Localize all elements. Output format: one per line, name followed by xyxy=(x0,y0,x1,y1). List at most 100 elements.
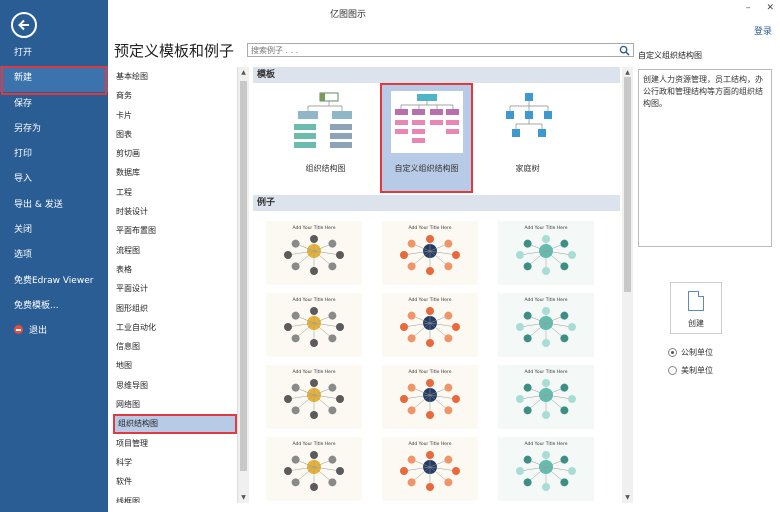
category-scrollbar[interactable]: ▲ ▼ xyxy=(238,67,249,503)
example-node xyxy=(284,251,292,259)
category-item[interactable]: 流程图 xyxy=(113,241,237,260)
menu-open[interactable]: 打开 xyxy=(0,41,108,66)
example-thumbnail[interactable]: Add Your Title Here xyxy=(498,221,594,285)
example-thumbnail[interactable]: Add Your Title Here xyxy=(498,437,594,501)
category-item[interactable]: 时装设计 xyxy=(113,202,237,221)
example-node xyxy=(291,334,300,343)
menu-save-as[interactable]: 另存为 xyxy=(0,117,108,142)
menu-close[interactable]: 关闭 xyxy=(0,218,108,243)
menu-save[interactable]: 保存 xyxy=(0,92,108,117)
menu-new[interactable]: 新建 xyxy=(0,66,108,96)
example-node xyxy=(444,406,453,415)
category-item[interactable]: 平面设计 xyxy=(113,279,237,298)
scroll-up-icon[interactable]: ▲ xyxy=(624,69,631,76)
example-thumbnail[interactable]: Add Your Title Here xyxy=(498,293,594,357)
category-item[interactable]: 软件 xyxy=(113,472,237,491)
example-thumbnail[interactable]: Add Your Title Here xyxy=(382,437,478,501)
create-button[interactable]: 创建 xyxy=(670,282,722,334)
menu-print[interactable]: 打印 xyxy=(0,142,108,167)
example-title-text: Add Your Title Here xyxy=(409,225,452,231)
example-node xyxy=(291,262,300,271)
example-node xyxy=(444,455,453,464)
example-node xyxy=(328,334,337,343)
example-node xyxy=(560,262,569,271)
category-item[interactable]: 组织结构图 xyxy=(113,414,237,434)
template-family-tree[interactable]: 家庭树 xyxy=(483,85,572,191)
scroll-down-icon[interactable]: ▼ xyxy=(240,494,247,501)
category-item[interactable]: 数据库 xyxy=(113,163,237,182)
example-thumbnail[interactable]: Add Your Title Here xyxy=(382,221,478,285)
example-node xyxy=(542,483,550,491)
example-node xyxy=(291,478,300,487)
category-item[interactable]: 项目管理 xyxy=(113,434,237,453)
category-item[interactable]: 图形组织 xyxy=(113,299,237,318)
example-thumbnail[interactable]: Add Your Title Here xyxy=(498,365,594,429)
category-item[interactable]: 信息图 xyxy=(113,337,237,356)
example-thumbnail[interactable]: Add Your Title Here xyxy=(266,437,362,501)
example-node xyxy=(407,455,416,464)
search-box xyxy=(247,43,634,57)
example-node xyxy=(336,323,344,331)
menu-exit[interactable]: 退出 xyxy=(0,319,108,344)
menu-options[interactable]: 选项 xyxy=(0,243,108,268)
gallery-scrollbar[interactable]: ▲ ▼ xyxy=(622,67,633,503)
category-item[interactable]: 思维导图 xyxy=(113,376,237,395)
category-item[interactable]: 商务 xyxy=(113,86,237,105)
back-button[interactable] xyxy=(11,12,37,38)
example-node xyxy=(444,262,453,271)
category-item[interactable]: 工程 xyxy=(113,183,237,202)
metric-units-option[interactable]: 公制单位 xyxy=(668,347,713,358)
menu-free-viewer[interactable]: 免费Edraw Viewer xyxy=(0,269,108,294)
category-item[interactable]: 表格 xyxy=(113,260,237,279)
example-title-text: Add Your Title Here xyxy=(409,297,452,303)
example-node xyxy=(328,455,337,464)
example-node xyxy=(452,323,460,331)
category-item[interactable]: 平面布置图 xyxy=(113,221,237,240)
scroll-up-icon[interactable]: ▲ xyxy=(240,69,247,76)
example-thumbnail[interactable]: Add Your Title Here xyxy=(266,293,362,357)
example-node xyxy=(328,262,337,271)
search-input[interactable] xyxy=(248,44,613,56)
example-thumbnail[interactable]: Add Your Title Here xyxy=(266,365,362,429)
example-node xyxy=(291,311,300,320)
template-custom-org-chart[interactable]: 自定义组织结构图 xyxy=(380,83,473,193)
example-node xyxy=(560,455,569,464)
template-org-chart[interactable]: 组织结构图 xyxy=(281,85,370,191)
category-scroll-thumb[interactable] xyxy=(240,81,247,471)
category-item[interactable]: 线框图 xyxy=(113,492,237,503)
radio-checked-icon[interactable] xyxy=(668,348,677,357)
example-node xyxy=(523,311,532,320)
example-node xyxy=(310,267,318,275)
window-controls: – ✕ xyxy=(746,3,774,13)
example-node xyxy=(523,239,532,248)
category-item[interactable]: 卡片 xyxy=(113,106,237,125)
radio-unchecked-icon[interactable] xyxy=(668,366,677,375)
category-item[interactable]: 网络图 xyxy=(113,395,237,414)
us-units-option[interactable]: 美制单位 xyxy=(668,365,713,376)
example-node xyxy=(426,451,434,459)
category-item[interactable]: 工业自动化 xyxy=(113,318,237,337)
example-node xyxy=(328,478,337,487)
templates-header: 模板 xyxy=(253,67,620,83)
category-item[interactable]: 基本绘图 xyxy=(113,67,237,86)
menu-import[interactable]: 导入 xyxy=(0,167,108,192)
category-item[interactable]: 地图 xyxy=(113,356,237,375)
example-thumbnail[interactable]: Add Your Title Here xyxy=(382,293,478,357)
gallery-scroll-thumb[interactable] xyxy=(624,77,631,292)
example-diagram: Add Your Title Here xyxy=(400,225,460,275)
category-item[interactable]: 图表 xyxy=(113,125,237,144)
search-icon[interactable] xyxy=(619,45,630,56)
category-item[interactable]: 科学 xyxy=(113,453,237,472)
close-button[interactable]: ✕ xyxy=(766,3,774,13)
exit-icon xyxy=(14,325,23,335)
login-link[interactable]: 登录 xyxy=(754,24,772,37)
menu-free-templates[interactable]: 免费模板... xyxy=(0,294,108,319)
scroll-down-icon[interactable]: ▼ xyxy=(624,494,631,501)
example-thumbnail[interactable]: Add Your Title Here xyxy=(266,221,362,285)
example-thumbnail[interactable]: Add Your Title Here xyxy=(382,365,478,429)
minimize-button[interactable]: – xyxy=(746,3,751,13)
example-node xyxy=(284,323,292,331)
menu-export-send[interactable]: 导出 & 发送 xyxy=(0,193,108,218)
category-item[interactable]: 剪切画 xyxy=(113,144,237,163)
example-node xyxy=(516,395,524,403)
